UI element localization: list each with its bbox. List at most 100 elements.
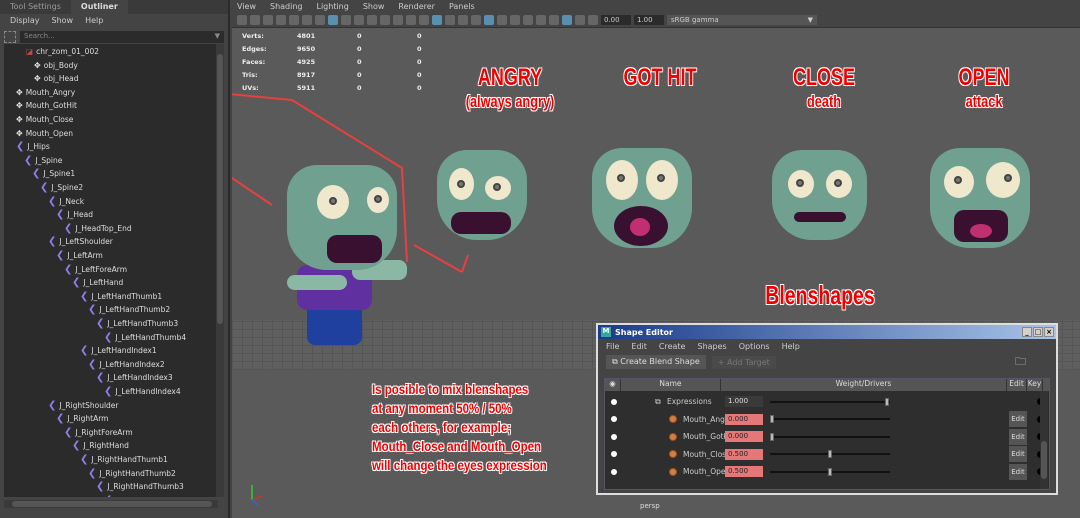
outliner-item[interactable]: ❮ J_Spine1 bbox=[32, 167, 75, 180]
weight-slider[interactable] bbox=[770, 467, 890, 476]
menu-display[interactable]: Display bbox=[10, 16, 40, 25]
menu-renderer[interactable]: Renderer bbox=[398, 2, 435, 11]
outliner-item[interactable]: ✥ Mouth_GotHit bbox=[16, 99, 77, 112]
scrollbar-thumb[interactable] bbox=[12, 501, 212, 507]
gate-mask-icon[interactable] bbox=[367, 14, 377, 25]
outliner-item[interactable]: ❮ J_Spine2 bbox=[40, 181, 83, 194]
new-folder-icon[interactable]: 🗀 bbox=[1015, 353, 1026, 372]
smooth-shaded-icon[interactable] bbox=[432, 14, 442, 25]
default-material-icon[interactable] bbox=[445, 14, 455, 25]
color-space-select[interactable]: sRGB gamma ▼ bbox=[667, 14, 817, 25]
col-key[interactable]: Key bbox=[1027, 379, 1043, 391]
add-target-button[interactable]: + Add Target bbox=[711, 355, 776, 369]
shadows-icon[interactable] bbox=[484, 14, 494, 25]
textured-icon[interactable] bbox=[458, 14, 468, 25]
menu-create[interactable]: Create bbox=[659, 342, 686, 351]
xray-joints-icon[interactable] bbox=[562, 14, 572, 25]
visibility-toggle[interactable] bbox=[611, 416, 617, 422]
outliner-item[interactable]: ❮J_RightHandThumb4 bbox=[104, 494, 192, 497]
outliner-item[interactable]: ❮ J_LeftArm bbox=[56, 249, 103, 262]
outliner-item[interactable]: ❮ J_RightHand bbox=[72, 439, 129, 452]
slider-thumb[interactable] bbox=[827, 467, 832, 476]
slider-thumb[interactable] bbox=[827, 450, 832, 458]
outliner-item[interactable]: ✥ obj_Head bbox=[34, 72, 79, 85]
outliner-item[interactable]: ❮ J_LeftHandIndex1 bbox=[80, 344, 157, 357]
outliner-item[interactable]: ✥ obj_Body bbox=[34, 59, 78, 72]
shape-editor-window[interactable]: M Shape Editor _ □ × File Edit Create Sh… bbox=[596, 323, 1058, 495]
search-input[interactable]: Search... ▼ bbox=[20, 31, 224, 43]
outliner-vertical-scrollbar[interactable] bbox=[216, 44, 224, 497]
weight-slider[interactable] bbox=[770, 450, 890, 458]
slider-thumb[interactable] bbox=[770, 415, 774, 423]
dropdown-arrow-icon[interactable]: ▼ bbox=[215, 32, 220, 42]
ssao-icon[interactable] bbox=[497, 14, 507, 25]
safe-title-icon[interactable] bbox=[406, 14, 416, 25]
camera-icon[interactable] bbox=[237, 14, 247, 25]
outliner-item[interactable]: ❮ J_Spine bbox=[24, 154, 62, 167]
slider-thumb[interactable] bbox=[770, 432, 774, 441]
outliner-horizontal-scrollbar[interactable] bbox=[4, 500, 218, 508]
shape-editor-scrollbar[interactable] bbox=[1040, 391, 1048, 489]
grease-pencil-icon[interactable] bbox=[289, 14, 299, 25]
visibility-toggle[interactable] bbox=[611, 398, 617, 405]
grid-icon[interactable] bbox=[328, 14, 338, 25]
outliner-item[interactable]: ❮ J_HeadTop_End bbox=[64, 222, 132, 235]
backface-icon[interactable] bbox=[588, 14, 598, 25]
menu-panels[interactable]: Panels bbox=[449, 2, 475, 11]
xray-icon[interactable] bbox=[549, 14, 559, 25]
outliner-item[interactable]: ❮ J_LeftHandThumb2 bbox=[88, 303, 170, 316]
anti-alias-icon[interactable] bbox=[523, 14, 533, 25]
field-chart-icon[interactable] bbox=[380, 14, 390, 25]
outliner-item[interactable]: ❮ J_LeftHandIndex3 bbox=[96, 371, 173, 384]
outliner-item[interactable]: ❮ J_LeftHandIndex2 bbox=[88, 358, 165, 371]
bookmark-icon[interactable] bbox=[263, 14, 273, 25]
tab-outliner[interactable]: Outliner bbox=[70, 0, 128, 14]
weight-field[interactable]: 0.500 bbox=[725, 466, 763, 477]
zombie-character[interactable] bbox=[267, 160, 417, 360]
edit-button[interactable]: Edit bbox=[1009, 411, 1027, 427]
exposure-field[interactable]: 0.00 bbox=[601, 14, 631, 25]
visibility-toggle[interactable] bbox=[611, 433, 617, 440]
outliner-item[interactable]: ❮ J_RightHandThumb3 bbox=[96, 480, 184, 493]
scrollbar-thumb[interactable] bbox=[1041, 441, 1047, 479]
edit-button[interactable]: Edit bbox=[1009, 446, 1027, 462]
tab-tool-settings[interactable]: Tool Settings bbox=[0, 0, 71, 14]
outliner-item[interactable]: ❮ J_LeftHand bbox=[72, 276, 123, 289]
edit-button[interactable]: Edit bbox=[1009, 463, 1027, 480]
visibility-toggle[interactable] bbox=[611, 468, 617, 475]
menu-file[interactable]: File bbox=[606, 342, 619, 351]
measure-icon[interactable] bbox=[315, 14, 325, 25]
outliner-item[interactable]: ❮ J_RightArm bbox=[56, 412, 109, 425]
outliner-item[interactable]: ❮ J_LeftForeArm bbox=[64, 263, 127, 276]
menu-help[interactable]: Help bbox=[782, 342, 800, 351]
visibility-toggle[interactable] bbox=[611, 451, 617, 457]
safe-action-icon[interactable] bbox=[393, 14, 403, 25]
gamma-field[interactable]: 1.00 bbox=[634, 14, 664, 25]
outliner-item[interactable]: ❮ J_LeftHandThumb1 bbox=[80, 290, 162, 303]
menu-edit[interactable]: Edit bbox=[631, 342, 647, 351]
weight-slider[interactable] bbox=[770, 397, 890, 406]
col-edit[interactable]: Edit bbox=[1007, 379, 1027, 391]
menu-help[interactable]: Help bbox=[85, 16, 103, 25]
minimize-button[interactable]: _ bbox=[1022, 327, 1032, 337]
close-button[interactable]: × bbox=[1044, 327, 1054, 337]
outliner-item[interactable]: ❮ J_LeftShoulder bbox=[48, 235, 113, 248]
isolate-icon[interactable] bbox=[536, 14, 546, 25]
outliner-item[interactable]: ✥ Mouth_Close bbox=[16, 113, 73, 126]
target-row[interactable]: Mouth_Gotł 0.000 Edit bbox=[605, 428, 1044, 445]
film-gate-icon[interactable] bbox=[341, 14, 351, 25]
outliner-item[interactable]: ❮ J_RightHandThumb2 bbox=[88, 467, 176, 480]
outliner-item[interactable]: ❮ J_RightForeArm bbox=[64, 426, 133, 439]
outliner-item[interactable]: ❮ J_RightHandThumb1 bbox=[80, 453, 168, 466]
weight-slider[interactable] bbox=[770, 432, 890, 441]
xray-active-icon[interactable] bbox=[575, 14, 585, 25]
slider-thumb[interactable] bbox=[885, 397, 889, 406]
outliner-item[interactable]: ❮ J_LeftHandThumb3 bbox=[96, 317, 178, 330]
outliner-item[interactable]: ❮ J_Hips bbox=[16, 140, 50, 153]
scrollbar-thumb[interactable] bbox=[217, 54, 223, 324]
outliner-item[interactable]: ❮ J_Neck bbox=[48, 195, 84, 208]
outliner-item[interactable]: ✥ Mouth_Open bbox=[16, 127, 73, 140]
weight-field[interactable]: 0.500 bbox=[725, 448, 763, 460]
col-weight[interactable]: Weight/Drivers bbox=[721, 379, 1007, 391]
menu-lighting[interactable]: Lighting bbox=[316, 2, 348, 11]
